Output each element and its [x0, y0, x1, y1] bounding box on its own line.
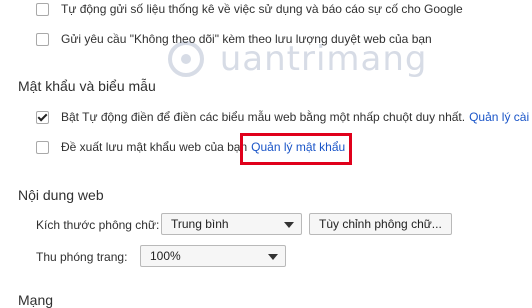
usage-stats-checkbox[interactable]: [36, 2, 49, 16]
font-size-select[interactable]: Trung bình: [161, 213, 302, 235]
font-size-select-value: Trung bình: [171, 217, 229, 231]
chevron-down-icon: [284, 222, 294, 228]
do-not-track-checkbox[interactable]: [36, 32, 49, 46]
privacy-usage-stats-row[interactable]: Tự động gửi số liệu thống kê về việc sử …: [36, 2, 463, 16]
page-zoom-select-value: 100%: [150, 249, 181, 263]
web-content-section-heading: Nội dung web: [18, 187, 104, 203]
page-zoom-label: Thu phóng trang:: [36, 250, 128, 264]
privacy-do-not-track-row[interactable]: Gửi yêu cầu "Không theo dõi" kèm theo lư…: [36, 32, 432, 46]
chevron-down-icon: [268, 254, 278, 260]
passwords-section-heading: Mật khẩu và biểu mẫu: [18, 78, 156, 94]
manage-autofill-link[interactable]: Quản lý cài đ: [469, 110, 532, 124]
font-size-label: Kích thước phông chữ:: [36, 218, 160, 232]
offer-save-passwords-checkbox[interactable]: [36, 140, 49, 154]
autofill-row[interactable]: Bật Tự động điền để điền các biểu mẫu we…: [36, 110, 532, 124]
highlight-box: [240, 133, 352, 165]
network-section-heading: Mạng: [18, 292, 54, 308]
customize-fonts-button[interactable]: Tùy chỉnh phông chữ...: [309, 213, 452, 235]
customize-fonts-button-label: Tùy chỉnh phông chữ...: [319, 217, 442, 231]
offer-save-passwords-label: Đề xuất lưu mật khẩu web của bạn: [61, 140, 248, 154]
autofill-checkbox[interactable]: [36, 110, 49, 124]
do-not-track-label: Gửi yêu cầu "Không theo dõi" kèm theo lư…: [61, 32, 432, 46]
autofill-label: Bật Tự động điền để điền các biểu mẫu we…: [61, 110, 466, 124]
usage-stats-label: Tự động gửi số liệu thống kê về việc sử …: [61, 2, 463, 16]
page-zoom-select[interactable]: 100%: [140, 245, 286, 267]
